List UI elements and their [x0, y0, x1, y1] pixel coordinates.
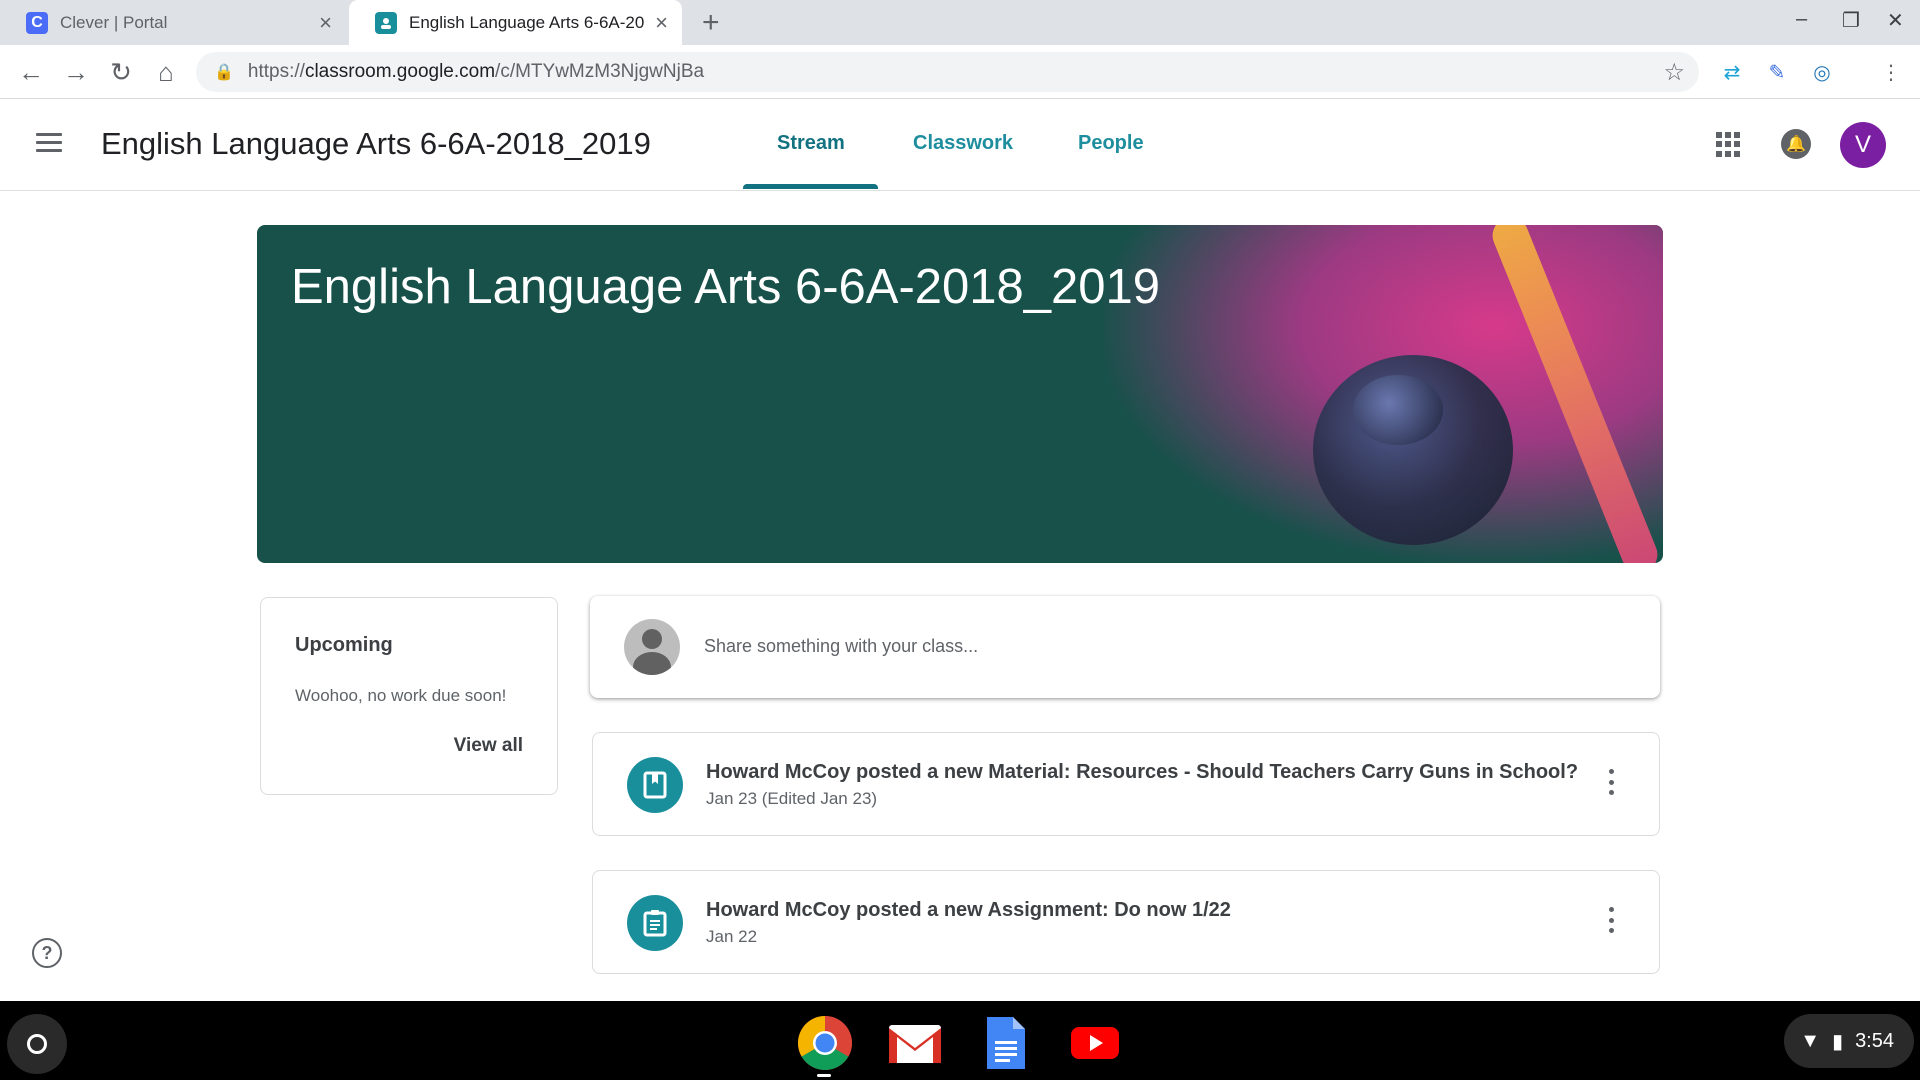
forward-icon[interactable]: → [59, 55, 93, 89]
stream-post[interactable]: Howard McCoy posted a new Material: Reso… [592, 732, 1660, 836]
tab-classwork[interactable]: Classwork [913, 132, 1013, 155]
url-scheme: https:// [247, 61, 305, 82]
tab-clever-portal[interactable]: C Clever | Portal × [0, 0, 346, 45]
browser-toolbar: ← → ↻ ⌂ 🔒 https://classroom.google.com/c… [0, 45, 1920, 99]
stream-post[interactable]: Howard McCoy posted a new Assignment: Do… [592, 870, 1660, 974]
post-title: Howard McCoy posted a new Material: Reso… [706, 761, 1579, 783]
post-date: Jan 23 (Edited Jan 23) [706, 789, 878, 808]
extension-icon-1[interactable]: ⇄ [1719, 59, 1745, 85]
tab-classroom[interactable]: English Language Arts 6-6A-201 × [349, 0, 682, 45]
notifications-icon[interactable]: 🔔 [1781, 129, 1811, 159]
more-options-icon[interactable] [1609, 769, 1615, 795]
page-title: English Language Arts 6-6A-2018_2019 [101, 126, 651, 161]
classroom-header: English Language Arts 6-6A-2018_2019 Str… [0, 99, 1920, 191]
tab-title: English Language Arts 6-6A-201 [409, 12, 646, 32]
active-app-indicator [817, 1074, 831, 1077]
youtube-icon[interactable] [1067, 1015, 1123, 1071]
minimize-icon[interactable]: – [1796, 8, 1807, 31]
main-menu-icon[interactable] [36, 133, 62, 153]
home-icon[interactable]: ⌂ [149, 55, 183, 89]
classroom-icon [375, 11, 397, 34]
share-box[interactable]: Share something with your class... [590, 596, 1660, 698]
url-path: /c/MTYwMzM3NjgwNjBa [495, 61, 705, 82]
tab-stream[interactable]: Stream [777, 132, 845, 155]
active-tab-indicator [743, 184, 878, 189]
help-icon[interactable]: ? [32, 938, 62, 968]
os-shelf: ▼ ▮ 3:54 [0, 1001, 1920, 1080]
back-icon[interactable]: ← [14, 55, 48, 89]
post-date: Jan 22 [706, 927, 758, 946]
material-icon [627, 757, 683, 813]
gmail-icon[interactable] [887, 1015, 943, 1071]
chrome-icon[interactable] [797, 1015, 853, 1071]
close-icon[interactable]: × [319, 10, 332, 36]
restore-icon[interactable]: ❐ [1842, 8, 1860, 33]
clever-icon: C [26, 11, 48, 34]
assignment-icon [627, 895, 683, 951]
reload-icon[interactable]: ↻ [104, 55, 138, 89]
launcher-icon[interactable] [7, 1014, 67, 1074]
banner-title[interactable]: English Language Arts 6-6A-2018_2019 [291, 259, 1160, 315]
browser-menu-icon[interactable]: ⋮ [1878, 59, 1904, 85]
new-tab-button[interactable]: + [702, 6, 720, 40]
extension-icon-2[interactable]: ✎ [1764, 59, 1790, 85]
tab-people[interactable]: People [1078, 132, 1144, 155]
address-bar[interactable]: 🔒 https://classroom.google.com/c/MTYwMzM… [196, 52, 1699, 92]
google-apps-icon[interactable] [1716, 132, 1741, 157]
close-icon[interactable]: × [655, 10, 668, 36]
upcoming-heading: Upcoming [295, 634, 393, 656]
avatar[interactable]: V [1840, 122, 1886, 168]
url-host: classroom.google.com [304, 61, 496, 82]
battery-icon: ▮ [1832, 1030, 1844, 1053]
more-options-icon[interactable] [1609, 907, 1615, 933]
clock: 3:54 [1855, 1029, 1894, 1052]
tab-title: Clever | Portal [60, 12, 168, 32]
view-all-button[interactable]: View all [454, 735, 523, 757]
browser-tab-strip: C Clever | Portal × English Language Art… [0, 0, 1920, 45]
extension-icon-3[interactable]: ◎ [1809, 59, 1835, 85]
lock-icon: 🔒 [214, 64, 234, 81]
status-tray[interactable]: ▼ ▮ 3:54 [1784, 1014, 1914, 1068]
close-window-icon[interactable]: ✕ [1887, 8, 1904, 33]
class-banner: English Language Arts 6-6A-2018_2019 [257, 225, 1663, 563]
post-title: Howard McCoy posted a new Assignment: Do… [706, 899, 1231, 921]
upcoming-card: Upcoming Woohoo, no work due soon! View … [260, 597, 558, 795]
wifi-icon: ▼ [1800, 1029, 1821, 1052]
upcoming-message: Woohoo, no work due soon! [295, 686, 507, 705]
user-avatar-icon [624, 619, 680, 675]
share-placeholder: Share something with your class... [704, 636, 979, 656]
docs-icon[interactable] [977, 1015, 1033, 1071]
bookmark-star-icon[interactable]: ☆ [1663, 58, 1685, 87]
